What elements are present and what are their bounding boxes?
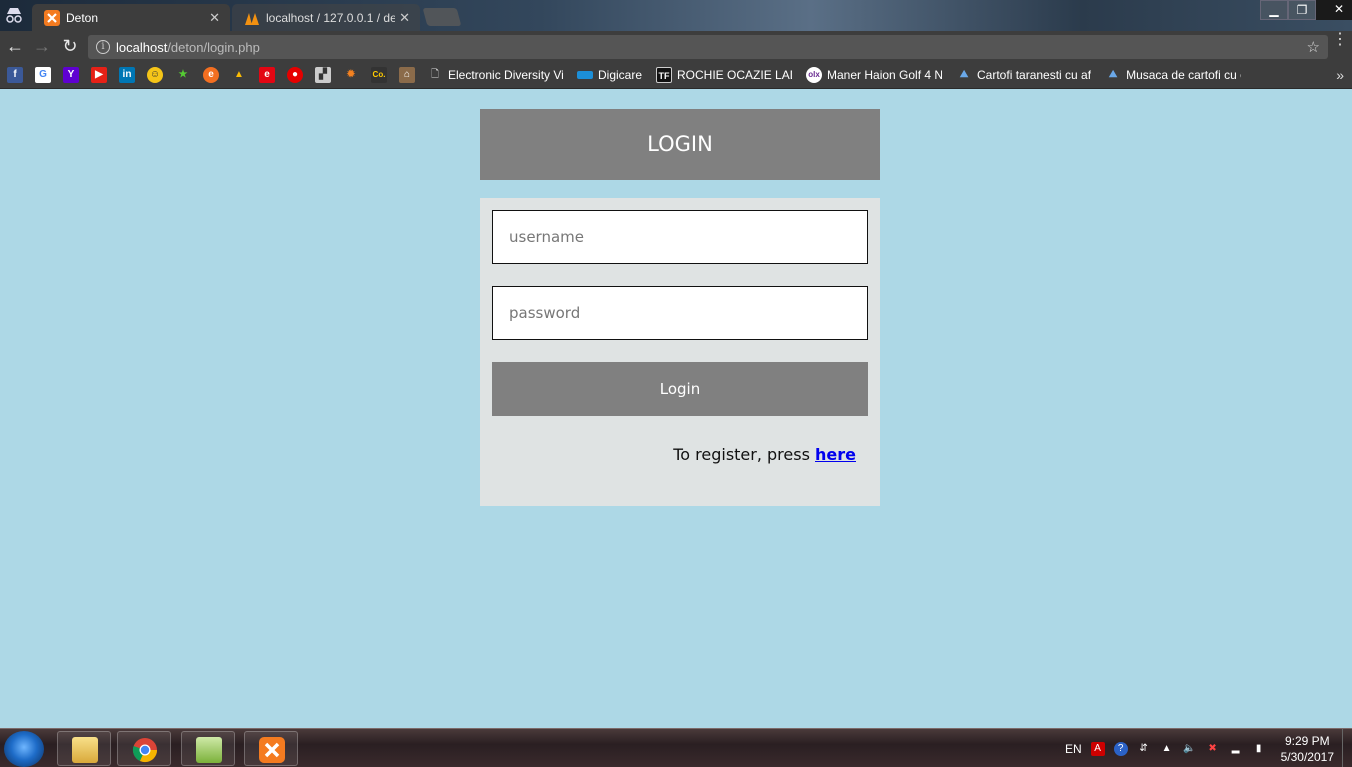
bookmarks-bar: f G Y ▶ in ☺ ★ e ▲ e ● ▞ ✹ Co. ⌂ 🗋 Elect… [0, 62, 1352, 89]
recipe-icon: ⛰ [1108, 69, 1118, 80]
tab-phpmyadmin[interactable]: localhost / 127.0.0.1 / de ✕ [232, 4, 420, 31]
clock-date: 5/30/2017 [1280, 749, 1334, 764]
document-icon: 🗋 [430, 69, 440, 80]
facebook-icon[interactable]: f [7, 67, 23, 83]
yahoo-icon[interactable]: Y [63, 67, 79, 83]
back-arrow-icon[interactable]: ← [5, 37, 25, 57]
bookmark-item[interactable]: Digicare [577, 68, 642, 82]
bookmark-item[interactable]: 🗋 Electronic Diversity Vi [427, 67, 563, 83]
show-desktop-button[interactable] [1342, 729, 1352, 767]
address-bar[interactable]: i localhost/deton/login.php [88, 35, 1328, 59]
browser-toolbar: ← → ↻ i localhost/deton/login.php ☆ ⋮ [0, 31, 1352, 62]
close-tab-icon[interactable]: ✕ [399, 10, 410, 26]
house-icon[interactable]: ⌂ [399, 67, 415, 83]
star-icon[interactable]: ★ [175, 67, 191, 83]
sun-icon[interactable]: ✹ [343, 67, 359, 83]
incognito-icon [6, 8, 22, 23]
emag-icon[interactable]: e [203, 67, 219, 83]
login-button[interactable]: Login [492, 362, 868, 416]
acrobat-icon[interactable]: A [1090, 741, 1105, 756]
smiley-icon[interactable]: ☺ [147, 67, 163, 83]
forward-arrow-icon[interactable]: → [32, 37, 52, 57]
window-controls: ▁ ❐ ✕ [1260, 0, 1352, 20]
grid-icon[interactable]: ▞ [315, 67, 331, 83]
tf-icon: TF [656, 67, 673, 83]
login-form: Login To register, press here [480, 198, 880, 506]
taskbar-xampp[interactable] [244, 731, 298, 766]
phpmyadmin-icon [245, 12, 259, 25]
taskbar: EN A ? ⇵ ▲ 🔈 ✖ ▂ ▮ 9:29 PM 5/30/2017 [0, 728, 1352, 767]
bookmark-item[interactable]: olx Maner Haion Golf 4 N [806, 67, 942, 83]
volume-icon[interactable]: 🔈 [1183, 742, 1197, 756]
bookmark-item[interactable]: ⛰ Musaca de cartofi cu c [1105, 67, 1241, 83]
xampp-icon [44, 9, 60, 26]
bookmark-item[interactable]: ⛰ Cartofi taranesti cu af [956, 67, 1091, 83]
bookmark-item[interactable]: TF ROCHIE OCAZIE LADY [656, 67, 792, 83]
reload-icon[interactable]: ↻ [60, 37, 80, 57]
taskbar-editor[interactable] [181, 731, 235, 766]
notepad-icon [196, 737, 222, 763]
start-button[interactable] [4, 731, 44, 767]
folder-icon [72, 737, 98, 763]
login-heading: LOGIN [480, 109, 880, 180]
tab-title: Deton [66, 10, 99, 25]
language-indicator[interactable]: EN [1065, 742, 1082, 756]
google-drive-icon[interactable]: ▲ [231, 67, 247, 83]
clock-time: 9:29 PM [1284, 733, 1330, 748]
url-path: /deton/login.php [167, 39, 260, 55]
register-prompt: To register, press here [673, 445, 856, 464]
tab-deton[interactable]: Deton ✕ [32, 4, 230, 31]
tab-title: localhost / 127.0.0.1 / de [266, 10, 396, 25]
page-content: LOGIN Login To register, press here [0, 90, 1352, 728]
chrome-icon [132, 738, 158, 763]
close-tab-icon[interactable]: ✕ [209, 10, 220, 26]
register-link[interactable]: here [815, 445, 856, 464]
youtube-icon[interactable]: ▶ [91, 67, 107, 83]
olx-icon: olx [806, 67, 823, 83]
info-icon[interactable]: i [96, 40, 110, 54]
google-icon[interactable]: G [35, 67, 51, 83]
digicare-icon [577, 71, 593, 79]
close-window-button[interactable]: ✕ [1316, 0, 1352, 20]
vodafone-icon[interactable]: ● [287, 67, 303, 83]
username-input[interactable] [492, 210, 868, 264]
network-adapter-icon[interactable]: ⇵ [1137, 742, 1151, 756]
url-host: localhost [116, 39, 168, 55]
system-tray: EN A ? ⇵ ▲ 🔈 ✖ ▂ ▮ 9:29 PM 5/30/2017 [1065, 729, 1340, 767]
power-icon[interactable]: ▮ [1252, 742, 1266, 756]
tab-strip: Deton ✕ localhost / 127.0.0.1 / de ✕ ▁ ❐… [0, 0, 1352, 31]
xampp-icon [259, 737, 285, 763]
clock[interactable]: 9:29 PM 5/30/2017 [1281, 733, 1334, 765]
menu-icon[interactable]: ⋮ [1332, 32, 1348, 48]
restore-button[interactable]: ❐ [1288, 0, 1316, 20]
register-text: To register, press [673, 445, 816, 464]
bookmark-star-icon[interactable]: ☆ [1307, 38, 1320, 56]
taskbar-explorer[interactable] [57, 731, 111, 766]
help-icon[interactable]: ? [1113, 741, 1128, 756]
minimize-button[interactable]: ▁ [1260, 0, 1288, 20]
more-bookmarks-icon[interactable]: » [1336, 67, 1344, 83]
signal-icon[interactable]: ▂ [1229, 742, 1243, 756]
password-input[interactable] [492, 286, 868, 340]
network-error-icon[interactable]: ✖ [1206, 742, 1220, 756]
taskbar-chrome[interactable] [117, 731, 171, 766]
show-hidden-icons-icon[interactable]: ▲ [1160, 742, 1174, 756]
recipe-icon: ⛰ [959, 69, 969, 80]
new-tab-button[interactable] [422, 8, 462, 26]
linkedin-icon[interactable]: in [119, 67, 135, 83]
co-icon[interactable]: Co. [371, 67, 387, 83]
e-icon[interactable]: e [259, 67, 275, 83]
